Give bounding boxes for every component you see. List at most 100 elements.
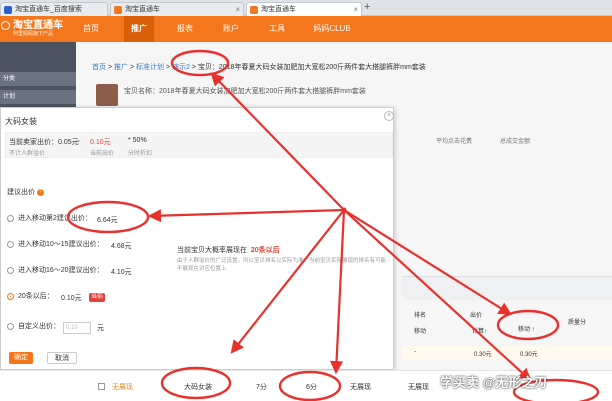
sidebar-item-plan[interactable]: 计划: [0, 90, 76, 104]
browser-tab-active[interactable]: 淘宝直通车 ×: [246, 2, 362, 16]
info-icon[interactable]: ?: [37, 188, 44, 196]
taobao-favicon-icon: [114, 6, 122, 14]
breadcrumb-sep: >: [191, 64, 196, 71]
radio-icon[interactable]: [7, 240, 14, 248]
table-row: [402, 346, 612, 360]
breadcrumb-sep: >: [165, 64, 171, 71]
radio-icon[interactable]: [7, 214, 14, 222]
option-label: 进入移动第2建议出价：: [18, 215, 92, 222]
browser-tab-bar: 淘宝直通车_百度搜索 淘宝直通车 × 淘宝直通车 × +: [0, 0, 612, 16]
brand-title: 淘宝直通车: [13, 20, 63, 31]
browser-tab-label: 淘宝直通车_百度搜索: [15, 6, 82, 13]
col-device: 移动: [414, 329, 427, 335]
radio-icon[interactable]: [7, 322, 14, 330]
row-mobile-score: 6分: [306, 384, 317, 391]
suggest-bid-label: 建议出价?: [7, 187, 44, 197]
browser-tab[interactable]: 淘宝直通车_百度搜索: [0, 2, 108, 16]
option-label: 20条以后：: [18, 293, 54, 300]
nav-item-home[interactable]: 首页: [78, 16, 104, 42]
time-ratio: * 50%: [128, 137, 147, 144]
row-mobile-bid[interactable]: 0.30元: [520, 349, 538, 358]
breadcrumb: 首页 > 推广 > 标准计划 > 演示2 > 宝贝：2018年春夏大码女装加肥加…: [92, 62, 426, 72]
radio-checked-icon[interactable]: [7, 292, 14, 300]
col-quality: 质量分: [568, 320, 587, 326]
breadcrumb-unit[interactable]: 演示2: [172, 64, 190, 71]
new-tab-icon[interactable]: +: [364, 1, 370, 13]
keyword-table-header: [402, 276, 612, 300]
nav-item-tools[interactable]: 工具: [264, 16, 290, 42]
product-thumbnail[interactable]: [96, 84, 118, 106]
browser-tab-label: 淘宝直通车: [125, 6, 160, 13]
note-time: 分时折扣: [128, 151, 153, 157]
bid-option-16-20[interactable]: 进入移动16～20建议出价：: [7, 263, 104, 279]
bid-modal: 大码女装 × 当前卖家出价：0.05元 → 0.10元 * 50% 不计人群溢价…: [0, 107, 394, 370]
bid-option-after-20[interactable]: 20条以后：: [7, 289, 54, 305]
breadcrumb-sep: >: [107, 64, 113, 71]
product-name: 宝贝名称：2018年春夏大码女装加肥加大宽松200斤两件套大搭腿裤胖mm套装: [124, 88, 366, 95]
row-pc-score: 7分: [256, 384, 267, 391]
custom-unit: 元: [97, 325, 104, 332]
option-price: 4.68元: [111, 243, 132, 250]
current-bid: 当前卖家出价：0.05元: [9, 139, 79, 146]
col-mobile-sort[interactable]: 移动 ↑: [518, 324, 535, 333]
row-display-pc: 无展现: [350, 384, 371, 391]
taobao-favicon-icon: [250, 6, 258, 14]
arrow: →: [74, 137, 81, 144]
status-badge: 无展现: [112, 384, 133, 391]
exposure-note: 由于人群溢价的广泛设置，所以宝贝排名以实际为准。当前宝贝实际展现的排名有可能不展…: [177, 258, 387, 272]
col-calc[interactable]: 计算↑: [472, 326, 487, 335]
row-display-mobile: 无展现: [408, 384, 429, 391]
option-label: 进入移动16～20建议出价：: [18, 267, 104, 274]
breadcrumb-sep: >: [129, 64, 135, 71]
option-price: 4.10元: [111, 269, 132, 276]
breadcrumb-promo[interactable]: 推广: [114, 64, 128, 71]
new-bid: 0.10元: [90, 139, 111, 146]
exposure-prefix: 当前宝贝大概率展现在: [177, 247, 247, 254]
bid-option-10-15[interactable]: 进入移动10～15建议出价：: [7, 237, 104, 253]
nav-item-account[interactable]: 账户: [218, 16, 244, 42]
option-label: 进入移动10～15建议出价：: [18, 241, 104, 248]
bid-summary: 当前卖家出价：0.05元 → 0.10元 * 50% 不计人群溢价 当前出价 分…: [5, 132, 393, 158]
ok-button[interactable]: 确定: [9, 352, 33, 364]
exposure-estimate: 当前宝贝大概率展现在 20条以后: [177, 245, 280, 255]
modal-title-keyword: 大码女装: [5, 117, 37, 126]
breadcrumb-item: 宝贝：2018年春夏大码女装加肥加大宽松200斤两件套大搭腿裤胖mm套装: [197, 64, 426, 71]
stat-total-sales-label: 总成交金额: [500, 139, 531, 145]
baidu-favicon-icon: [4, 6, 12, 14]
close-icon[interactable]: ×: [384, 111, 394, 121]
option-price: 0.10元: [61, 295, 82, 302]
col-bid: 出价: [470, 313, 483, 319]
nav-item-mama-club[interactable]: 妈妈CLUB: [308, 16, 356, 42]
option-price: 6.64元: [97, 217, 118, 224]
note-no-crowd: 不计人群溢价: [9, 151, 46, 157]
logo-mark-icon: [1, 21, 10, 30]
brand-logo[interactable]: 淘宝直通车 阿里妈妈旗下产品: [1, 19, 72, 39]
breadcrumb-home[interactable]: 首页: [92, 64, 106, 71]
nav-item-report[interactable]: 报表: [172, 16, 198, 42]
radio-icon[interactable]: [7, 266, 14, 274]
row-bid[interactable]: 0.30元: [474, 349, 492, 358]
suggest-bid-text: 建议出价: [7, 189, 35, 196]
tab-close-icon[interactable]: ×: [235, 3, 240, 16]
option-label: 自定义出价：: [18, 323, 60, 330]
note-current: 当前出价: [90, 151, 115, 157]
breadcrumb-plan[interactable]: 标准计划: [136, 64, 164, 71]
browser-tab[interactable]: 淘宝直通车 ×: [110, 2, 244, 16]
current-badge: 当前: [89, 293, 106, 302]
row-rank: -: [414, 349, 416, 355]
row-checkbox[interactable]: [98, 383, 105, 390]
stat-avg-click-cost-label: 平均点击花费: [436, 139, 473, 145]
custom-bid-input[interactable]: 0.10: [63, 322, 91, 334]
bid-option-top2[interactable]: 进入移动第2建议出价：: [7, 211, 92, 227]
exposure-value: 20条以后: [250, 247, 280, 254]
sidebar-item-category[interactable]: 分类: [0, 72, 76, 86]
top-nav: 淘宝直通车 阿里妈妈旗下产品 首页 推广 报表 账户 工具 妈妈CLUB: [0, 16, 612, 42]
row-keyword[interactable]: 大码女装: [184, 382, 212, 392]
cancel-button[interactable]: 取消: [47, 352, 77, 364]
tab-close-icon[interactable]: ×: [353, 3, 358, 16]
watermark: 学买卖 @无形之刃: [440, 375, 548, 390]
nav-item-promo[interactable]: 推广: [124, 16, 154, 42]
browser-tab-label: 淘宝直通车: [261, 6, 296, 13]
col-rank: 排名: [414, 313, 427, 319]
bid-option-custom[interactable]: 自定义出价：: [7, 319, 60, 335]
